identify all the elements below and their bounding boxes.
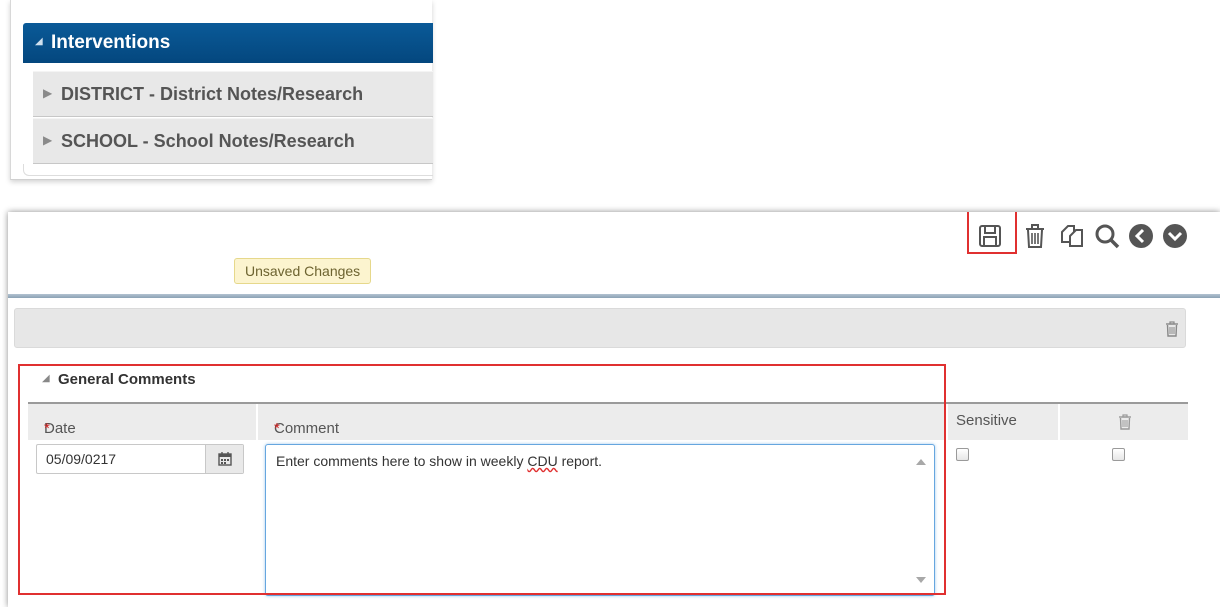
general-comments-highlight [18, 364, 946, 595]
collapse-triangle-icon[interactable]: ◢ [35, 36, 43, 47]
interventions-header[interactable]: ◢ Interventions [23, 23, 433, 63]
column-header-sensitive: Sensitive [948, 404, 1058, 440]
header-divider [8, 294, 1220, 298]
more-icon[interactable] [1161, 222, 1189, 250]
back-icon[interactable] [1127, 222, 1155, 250]
column-label: Sensitive [956, 412, 1017, 429]
intervention-item-school[interactable]: ▶ SCHOOL - School Notes/Research [33, 118, 433, 164]
trash-icon[interactable] [1165, 321, 1179, 337]
column-header-delete [1060, 404, 1188, 440]
expand-triangle-icon[interactable]: ▶ [43, 86, 52, 100]
search-icon[interactable] [1093, 222, 1121, 250]
section-toolbar [14, 308, 1186, 348]
copy-icon[interactable] [1058, 222, 1086, 250]
intervention-item-label: SCHOOL - School Notes/Research [61, 131, 355, 151]
interventions-panel: ◢ Interventions ▶ DISTRICT - District No… [10, 0, 433, 180]
interventions-title: Interventions [51, 32, 171, 53]
expand-triangle-icon[interactable]: ▶ [43, 133, 52, 147]
sensitive-checkbox[interactable] [956, 448, 969, 461]
unsaved-changes-badge: Unsaved Changes [234, 258, 372, 284]
intervention-item-label: DISTRICT - District Notes/Research [61, 84, 364, 104]
record-panel: Unsaved Changes ◢ General Comments Date *… [8, 212, 1220, 607]
trash-icon [1119, 414, 1131, 430]
save-icon[interactable] [976, 222, 1004, 250]
panel-footer [23, 164, 433, 176]
delete-row-checkbox[interactable] [1112, 448, 1125, 461]
trash-icon[interactable] [1021, 222, 1049, 250]
intervention-item-district[interactable]: ▶ DISTRICT - District Notes/Research [33, 71, 433, 117]
